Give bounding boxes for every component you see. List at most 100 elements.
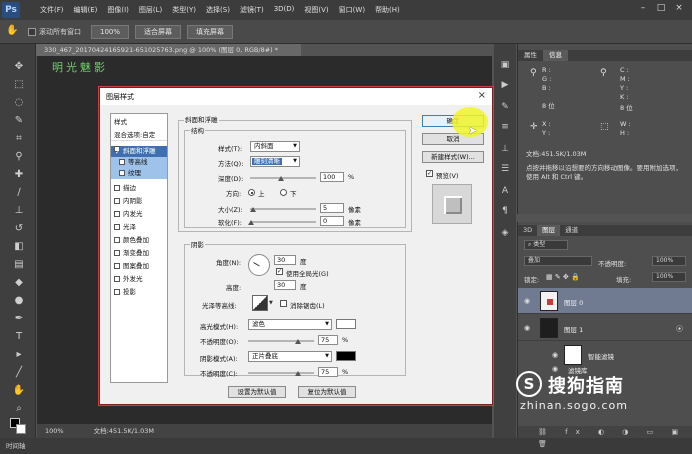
size-slider-handle[interactable]	[250, 207, 256, 212]
minimize-icon[interactable]: –	[634, 3, 652, 13]
tab-3d[interactable]: 3D	[518, 225, 537, 236]
new-style-button[interactable]: 新建样式(W)...	[422, 151, 484, 163]
style-item-gradient-overlay[interactable]: 渐变叠加	[111, 248, 167, 259]
blend-options-item[interactable]: 混合选项:自定	[111, 130, 167, 141]
move-tool-icon[interactable]: ✥	[12, 60, 26, 74]
checkbox[interactable]	[114, 250, 120, 256]
checkbox[interactable]	[114, 276, 120, 282]
checkbox[interactable]: ✓	[114, 146, 120, 156]
shadow-opacity-slider[interactable]	[248, 372, 314, 374]
direction-up-radio[interactable]	[248, 189, 255, 196]
checkbox[interactable]	[119, 159, 125, 165]
lasso-tool-icon[interactable]: ◌	[12, 96, 26, 110]
marquee-tool-icon[interactable]: ⬚	[12, 78, 26, 92]
background-color-swatch[interactable]	[16, 424, 26, 434]
history-brush-icon[interactable]: ↺	[12, 222, 26, 236]
document-tab[interactable]: 330_467_20170424165921-651025763.png @ 1…	[36, 44, 301, 56]
reset-default-button[interactable]: 复位为默认值	[298, 386, 356, 398]
depth-input[interactable]: 100	[320, 172, 344, 182]
shadow-color-swatch[interactable]	[336, 351, 356, 361]
style-item-drop-shadow[interactable]: 投影	[111, 287, 167, 298]
lock-icons[interactable]: ▦ ✎ ✥ 🔒	[546, 273, 580, 281]
visibility-eye-icon[interactable]: ◉	[524, 324, 530, 332]
character-panel-icon[interactable]: A	[498, 184, 512, 198]
soften-input[interactable]: 0	[320, 216, 344, 226]
checkbox[interactable]	[114, 237, 120, 243]
timeline-tab[interactable]: 时间轴	[6, 442, 26, 450]
adjust-panel-icon[interactable]: ☰	[498, 162, 512, 176]
brush-panel-icon[interactable]: ≡	[498, 120, 512, 134]
brush-tool-icon[interactable]: ∕	[12, 186, 26, 200]
tab-properties[interactable]: 属性	[518, 50, 543, 61]
actions-panel-icon[interactable]: ▶	[498, 78, 512, 92]
shadow-opacity-handle[interactable]	[295, 371, 301, 376]
pen-tool-icon[interactable]: ✒	[12, 312, 26, 326]
highlight-opacity-input[interactable]: 75	[318, 335, 338, 345]
style-item-bevel-emboss[interactable]: ✓ 斜面和浮雕	[111, 146, 167, 157]
close-icon[interactable]: ×	[670, 3, 688, 13]
technique-select[interactable]: 雕刻清晰 ▼	[250, 156, 300, 167]
zoom-level[interactable]: 100%	[45, 427, 64, 435]
highlight-mode-select[interactable]: 滤色 ▼	[248, 319, 332, 330]
path-select-tool-icon[interactable]: ▸	[12, 348, 26, 362]
menu-view[interactable]: 视图(V)	[304, 5, 328, 15]
gloss-contour-picker[interactable]	[252, 295, 268, 311]
menu-3d[interactable]: 3D(D)	[274, 5, 295, 15]
menu-type[interactable]: 类型(Y)	[172, 5, 196, 15]
shadow-mode-select[interactable]: 正片叠底 ▼	[248, 351, 332, 362]
style-item-inner-shadow[interactable]: 内阴影	[111, 196, 167, 207]
fill-screen-button[interactable]: 填充屏幕	[187, 24, 234, 39]
blur-tool-icon[interactable]: ◆	[12, 276, 26, 290]
tab-channels[interactable]: 通道	[560, 225, 583, 236]
menu-image[interactable]: 图像(I)	[107, 5, 129, 15]
contour-dropdown-icon[interactable]: ▼	[269, 300, 273, 306]
checkbox[interactable]	[114, 289, 120, 295]
style-item-texture[interactable]: 纹理	[111, 168, 167, 179]
tab-info[interactable]: 信息	[543, 50, 568, 61]
soften-slider[interactable]	[250, 221, 316, 223]
shadow-opacity-input[interactable]: 75	[318, 367, 338, 377]
highlight-opacity-slider[interactable]	[248, 340, 314, 342]
fit-screen-button[interactable]: 适合屏幕	[135, 24, 182, 39]
style-item-contour[interactable]: 等高线	[111, 157, 167, 168]
style-item-inner-glow[interactable]: 内发光	[111, 209, 167, 220]
layer-row-1[interactable]: ◉ 图层 1 ⦿	[518, 315, 692, 341]
style-item-satin[interactable]: 光泽	[111, 222, 167, 233]
soften-slider-handle[interactable]	[248, 220, 254, 225]
checkbox[interactable]	[114, 224, 120, 230]
global-light-checkbox[interactable]: ✓	[276, 268, 283, 275]
checkbox[interactable]	[114, 211, 120, 217]
layers-footer-buttons[interactable]: ⛓ fx ◐ ◑ ▭ ▣ 🗑	[518, 426, 692, 448]
style-item-outer-glow[interactable]: 外发光	[111, 274, 167, 285]
menu-help[interactable]: 帮助(H)	[375, 5, 400, 15]
menu-layer[interactable]: 图层(L)	[139, 5, 162, 15]
menu-edit[interactable]: 编辑(E)	[74, 5, 98, 15]
set-default-button[interactable]: 设置为默认值	[228, 386, 286, 398]
tool-presets-icon[interactable]: ✎	[498, 100, 512, 114]
paragraph-panel-icon[interactable]: ¶	[498, 204, 512, 218]
eraser-tool-icon[interactable]: ◧	[12, 240, 26, 254]
dodge-tool-icon[interactable]: ●	[12, 294, 26, 308]
menu-filter[interactable]: 滤镜(T)	[240, 5, 264, 15]
size-input[interactable]: 5	[320, 203, 344, 213]
checkbox[interactable]	[119, 170, 125, 176]
layer-kind-filter[interactable]: ⌕ 类型	[524, 240, 568, 250]
blend-mode-select[interactable]: 叠加	[524, 256, 592, 266]
bevel-style-select[interactable]: 内斜面 ▼	[250, 141, 300, 152]
visibility-eye-icon[interactable]: ◉	[524, 297, 530, 305]
zoom-tool-icon[interactable]: ⌕	[12, 402, 26, 416]
eyedropper-tool-icon[interactable]: ⚲	[12, 150, 26, 164]
checkbox[interactable]	[114, 198, 120, 204]
quick-select-tool-icon[interactable]: ✎	[12, 114, 26, 128]
clone-source-icon[interactable]: ⊥	[498, 142, 512, 156]
altitude-input[interactable]: 30	[274, 280, 296, 290]
style-item-pattern-overlay[interactable]: 图案叠加	[111, 261, 167, 272]
size-slider[interactable]	[250, 208, 316, 210]
direction-down-radio[interactable]	[280, 189, 287, 196]
zoom-100-button[interactable]: 100%	[91, 24, 130, 39]
checkbox[interactable]	[114, 263, 120, 269]
gradient-tool-icon[interactable]: ▤	[12, 258, 26, 272]
style-item-color-overlay[interactable]: 颜色叠加	[111, 235, 167, 246]
preview-checkbox[interactable]: ✓	[426, 170, 433, 177]
menu-file[interactable]: 文件(F)	[40, 5, 64, 15]
